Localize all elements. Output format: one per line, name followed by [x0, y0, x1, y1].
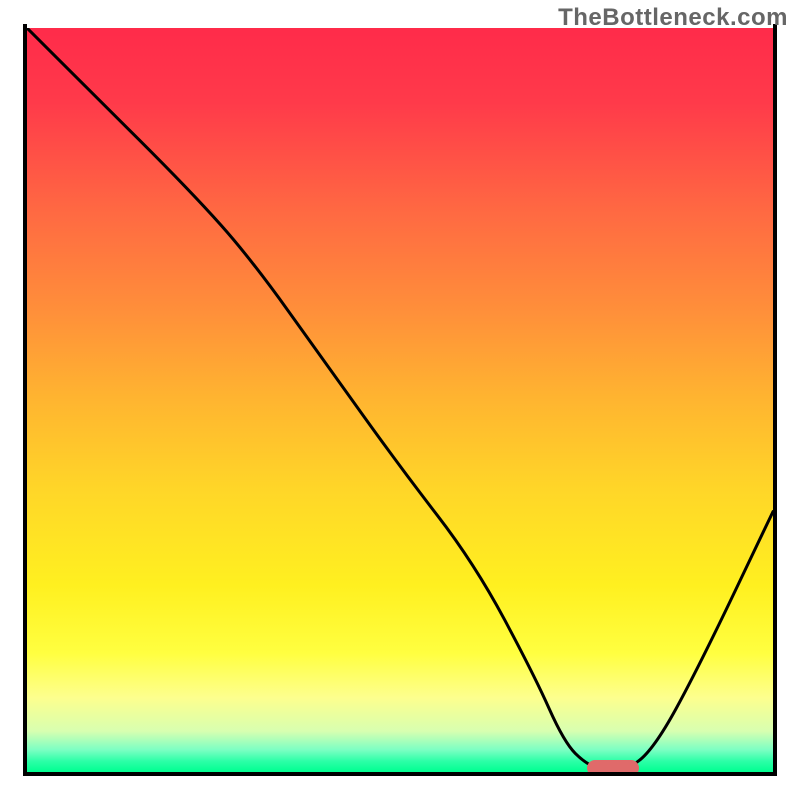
- axis-left: [23, 24, 27, 776]
- axis-right: [773, 24, 777, 776]
- gradient-background: [27, 28, 773, 772]
- watermark-label: TheBottleneck.com: [558, 4, 788, 32]
- plot-area: [27, 28, 773, 772]
- axis-bottom: [23, 772, 777, 776]
- bottleneck-chart: TheBottleneck.com: [0, 0, 800, 800]
